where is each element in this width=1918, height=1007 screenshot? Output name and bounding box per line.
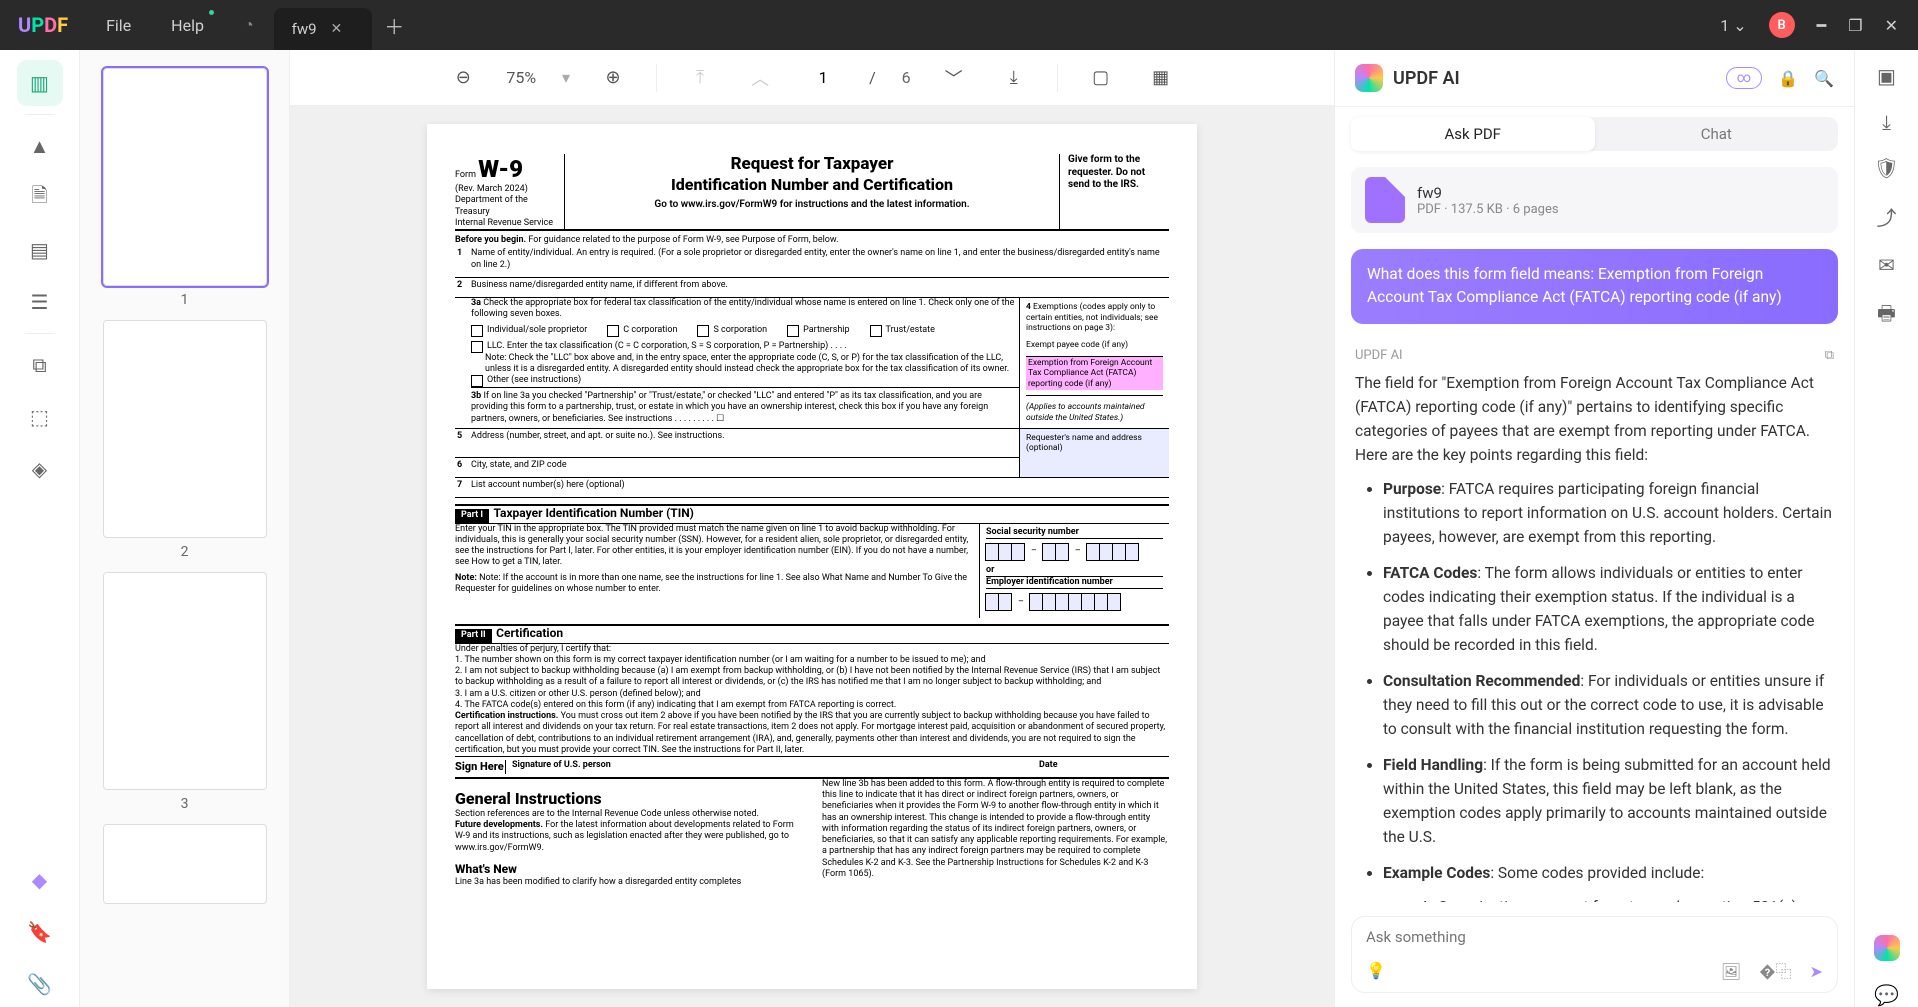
fatca-field-highlight: Exemption from Foreign Account Tax Compl…: [1026, 357, 1163, 391]
export-icon[interactable]: ⤓: [1882, 110, 1891, 134]
ai-title: UPDF AI: [1393, 68, 1460, 89]
attach-image-icon[interactable]: 🖼: [1721, 962, 1741, 981]
menu-help[interactable]: Help: [171, 16, 204, 35]
titlebar: UPDF File Help ◔ fw9 ✕ ＋ 1 ⌄ B ━ ❐ ✕: [0, 0, 1918, 50]
redact-icon[interactable]: ◈: [17, 446, 63, 492]
document-tab[interactable]: fw9 ✕: [274, 8, 373, 50]
document-area: ⊖ 75% ▾ ⊕ ⤒ ︿ / 6 ﹀ ⤓ ▢ ▦ Form W-9 (Rev.…: [290, 50, 1334, 1007]
page-input[interactable]: [803, 68, 843, 87]
thumb-label-2: 2: [181, 544, 189, 560]
print-icon[interactable]: 🖶: [1877, 299, 1896, 333]
thumbnail-page-1[interactable]: [103, 68, 267, 286]
file-chip[interactable]: fw9 PDF · 137.5 KB · 6 pages: [1351, 167, 1838, 233]
protect-icon[interactable]: 🛡: [1874, 156, 1899, 180]
pdf-file-icon: [1365, 177, 1405, 223]
next-page-icon[interactable]: ﹀: [937, 61, 971, 95]
thumb-label-1: 1: [181, 292, 189, 308]
tab-untitled-icon[interactable]: ◔: [244, 15, 254, 35]
ai-tabs: Ask PDF Chat: [1351, 117, 1838, 151]
last-page-icon[interactable]: ⤓: [997, 61, 1031, 95]
app-logo: UPDF: [18, 13, 68, 37]
reader-mode-icon[interactable]: ▥: [17, 60, 63, 106]
feedback-icon[interactable]: 💬: [1874, 983, 1899, 1007]
page-viewport[interactable]: Form W-9 (Rev. March 2024) Department of…: [290, 106, 1334, 1007]
page-sep: /: [869, 68, 876, 87]
zoom-level[interactable]: 75%: [506, 68, 536, 87]
menu-file[interactable]: File: [106, 16, 131, 35]
thumbnail-page-3[interactable]: [103, 572, 267, 790]
right-toolbar: ▣ ⤓ 🛡 ⤴ ✉ 🖶 💬: [1854, 50, 1918, 1007]
attachment-icon[interactable]: 📎: [17, 961, 63, 1007]
prompt-ideas-icon[interactable]: 💡: [1366, 961, 1386, 980]
file-name: fw9: [1417, 184, 1559, 202]
ai-response-label: UPDF AI: [1355, 348, 1403, 363]
close-tab-icon[interactable]: ✕: [331, 21, 343, 37]
ai-text-input[interactable]: [1366, 928, 1823, 946]
thumb-label-3: 3: [181, 796, 189, 812]
close-window-icon[interactable]: ✕: [1885, 16, 1898, 35]
ai-shortcut-icon[interactable]: [1874, 935, 1900, 961]
share-icon[interactable]: ⤴: [1877, 202, 1897, 231]
copy-icon[interactable]: ⧉: [1825, 348, 1834, 363]
pdf-page: Form W-9 (Rev. March 2024) Department of…: [427, 124, 1197, 989]
workspace-dropdown[interactable]: 1 ⌄: [1720, 16, 1746, 35]
view-toolbar: ⊖ 75% ▾ ⊕ ⤒ ︿ / 6 ﹀ ⤓ ▢ ▦: [290, 50, 1334, 106]
prev-page-icon[interactable]: ︿: [743, 61, 777, 95]
thumbnail-page-2[interactable]: [103, 320, 267, 538]
user-message: What does this form field means: Exempti…: [1351, 249, 1838, 324]
thumbnail-page-4[interactable]: [103, 824, 267, 904]
lock-icon[interactable]: 🔒: [1778, 69, 1798, 88]
zoom-dropdown-icon[interactable]: ▾: [562, 68, 570, 87]
thumbnail-panel: 1 2 3: [80, 50, 290, 1007]
organize-icon[interactable]: ⧉: [17, 342, 63, 388]
ai-input-box[interactable]: 💡 🖼 �⿻ ➤: [1351, 916, 1838, 993]
new-tab-button[interactable]: ＋: [384, 11, 404, 40]
ai-response: The field for "Exemption from Foreign Ac…: [1355, 371, 1834, 903]
comment-icon[interactable]: 🗎: [17, 175, 63, 221]
send-icon[interactable]: ➤: [1810, 962, 1823, 981]
email-icon[interactable]: ✉: [1878, 253, 1895, 277]
ocr-icon[interactable]: ▣: [1877, 64, 1896, 88]
presentation-icon[interactable]: ▢: [1084, 61, 1118, 95]
attach-screenshot-icon[interactable]: �⿻: [1759, 962, 1791, 981]
unlimited-badge[interactable]: ∞: [1726, 67, 1762, 89]
tab-title: fw9: [292, 20, 317, 38]
ai-logo-icon: [1355, 64, 1383, 92]
layers-icon[interactable]: ◆: [17, 857, 63, 903]
edit-text-icon[interactable]: ▤: [17, 227, 63, 273]
zoom-in-icon[interactable]: ⊕: [596, 61, 630, 95]
first-page-icon[interactable]: ⤒: [683, 61, 717, 95]
ai-panel: UPDF AI ∞ 🔒 🔍 Ask PDF Chat fw9 PDF · 137…: [1334, 50, 1854, 1007]
tab-ask-pdf[interactable]: Ask PDF: [1351, 117, 1595, 151]
tab-chat[interactable]: Chat: [1595, 117, 1839, 151]
highlight-icon[interactable]: ▲: [17, 123, 63, 169]
page-total: 6: [902, 68, 911, 87]
left-toolbar: ▥ ▲ 🗎 ▤ ☰ ⧉ ⬚ ◈ ◆ 🔖 📎: [0, 50, 80, 1007]
crop-icon[interactable]: ⬚: [17, 394, 63, 440]
user-avatar[interactable]: B: [1769, 12, 1795, 38]
form-icon[interactable]: ☰: [17, 279, 63, 325]
app-menu: File Help: [106, 16, 204, 35]
reading-mode-icon[interactable]: ▦: [1144, 61, 1178, 95]
bookmark-icon[interactable]: 🔖: [17, 909, 63, 955]
file-meta: PDF · 137.5 KB · 6 pages: [1417, 202, 1559, 217]
minimize-icon[interactable]: ━: [1817, 16, 1827, 35]
maximize-icon[interactable]: ❐: [1848, 16, 1862, 35]
zoom-out-icon[interactable]: ⊖: [446, 61, 480, 95]
search-icon[interactable]: 🔍: [1814, 69, 1834, 88]
